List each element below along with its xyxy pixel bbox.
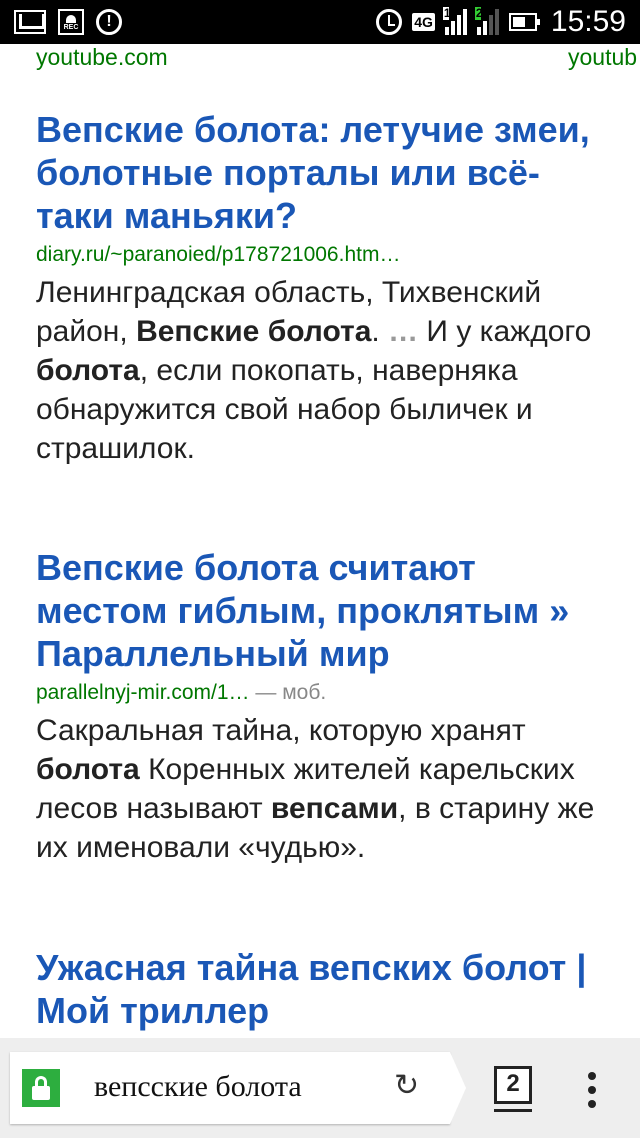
- text-fragment: …: [388, 315, 419, 348]
- result-snippet: Ленинградская область, Тихвенский район,…: [36, 273, 616, 468]
- result-url[interactable]: diary.ru/~paranoied/p178721006.htm…: [36, 241, 616, 269]
- highlight-text: болота: [36, 354, 140, 387]
- result-item: Вепские болота считают местом гиблым, пр…: [36, 546, 616, 867]
- address-bar[interactable]: вепсские болота ↻: [10, 1052, 466, 1124]
- recorder-icon: REC: [58, 9, 84, 35]
- highlight-text: вепских болот: [308, 947, 567, 988]
- highlight-text: болота: [193, 547, 319, 588]
- highlight-text: Вепские болота: [36, 109, 319, 150]
- reload-icon[interactable]: ↻: [394, 1068, 419, 1103]
- signal-icon-sim1: 1: [442, 6, 467, 35]
- tabs-button[interactable]: 2: [494, 1066, 532, 1112]
- alarm-icon: [376, 9, 403, 35]
- alert-icon: !: [96, 9, 122, 35]
- text-fragment: Вепские: [36, 547, 194, 588]
- sim1-label: 1: [442, 6, 451, 20]
- text-fragment: Сакральная тайна, которую хранят: [36, 714, 526, 747]
- result-title[interactable]: Ужасная тайна вепских болот | Мой трилле…: [36, 946, 616, 1032]
- result-snippet: Сакральная тайна, которую хранят болота …: [36, 711, 616, 867]
- signal-icon-sim2: 2: [474, 6, 499, 35]
- address-text[interactable]: вепсские болота: [94, 1070, 302, 1104]
- browser-toolbar: вепсские болота ↻ 2: [0, 1038, 640, 1138]
- result-item: Ужасная тайна вепских болот | Мой трилле…: [36, 946, 616, 1032]
- highlight-text: Вепские болота: [136, 315, 372, 348]
- highlight-text: вепсами: [270, 792, 399, 825]
- clock: 15:59: [550, 5, 626, 38]
- status-bar-notifications: REC !: [14, 7, 122, 37]
- result-title[interactable]: Вепские болота считают местом гиблым, пр…: [36, 546, 616, 675]
- gmail-icon: [14, 10, 46, 34]
- sim2-label: 2: [474, 6, 483, 20]
- prev-result-source[interactable]: youtube.com: [36, 44, 168, 71]
- search-results: youtube.com youtub Вепские болота: летуч…: [0, 44, 640, 1038]
- text-fragment: Ужасная тайна: [36, 947, 309, 988]
- battery-icon: [508, 13, 540, 31]
- text-fragment: И у каждого: [418, 315, 592, 348]
- text-fragment: .: [371, 315, 389, 348]
- highlight-text: болота: [36, 753, 140, 786]
- next-card-source[interactable]: youtub: [568, 44, 637, 71]
- result-item: Вепские болота: летучие змеи, болотные п…: [36, 108, 616, 468]
- result-url[interactable]: parallelnyj-mir.com/1… — моб.: [36, 679, 616, 707]
- result-title[interactable]: Вепские болота: летучие змеи, болотные п…: [36, 108, 616, 237]
- status-bar: REC ! 4G 1 2 15:59: [0, 0, 640, 44]
- network-type-label: 4G: [412, 13, 435, 31]
- menu-icon[interactable]: [584, 1072, 600, 1112]
- status-bar-system: 4G 1 2 15:59: [376, 5, 626, 38]
- lock-icon[interactable]: [22, 1069, 60, 1107]
